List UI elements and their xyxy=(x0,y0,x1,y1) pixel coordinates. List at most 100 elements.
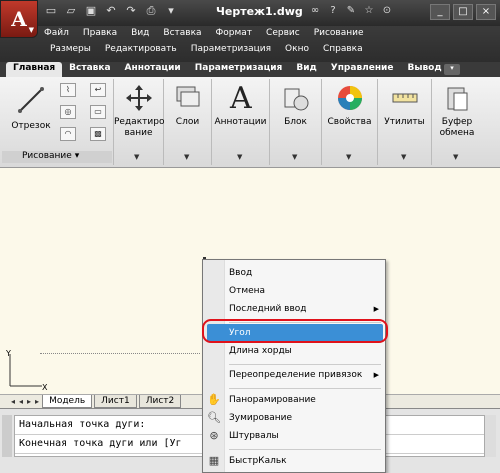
chevron-down-icon: ▼ xyxy=(184,153,190,161)
utilities-panel[interactable]: Утилиты ▼ xyxy=(378,79,432,165)
move-icon xyxy=(126,85,152,111)
annotation-panel[interactable]: A Аннотации ▼ xyxy=(212,79,270,165)
line-button[interactable]: Отрезок xyxy=(8,83,54,139)
ucs-icon: Y X xyxy=(6,350,48,392)
dropdown-icon[interactable]: ▾ xyxy=(164,4,178,18)
menu-edit[interactable]: Правка xyxy=(83,28,117,38)
properties-panel[interactable]: Свойства ▼ xyxy=(322,79,378,165)
autocad-logo-icon: A xyxy=(11,7,27,31)
command-scrollbar[interactable] xyxy=(484,415,496,457)
menu-modify[interactable]: Редактировать xyxy=(105,44,177,54)
polyline-icon[interactable]: ⌇ xyxy=(60,83,76,97)
first-tab-icon[interactable]: ◂ xyxy=(10,397,16,406)
menu-item-label: Длина хорды xyxy=(229,346,292,356)
command-grip[interactable] xyxy=(2,415,12,457)
clipboard-icon xyxy=(447,87,468,111)
star-icon[interactable]: ☆ xyxy=(362,3,376,19)
modify-label: Редактиро вание xyxy=(114,117,165,138)
block-icon xyxy=(284,88,309,111)
chevron-down-icon: ▼ xyxy=(237,153,243,161)
menu-item-label: Панорамирование xyxy=(229,395,316,405)
text-icon: A xyxy=(230,81,252,116)
menu-item-snap-overrides[interactable]: Переопределение привязок ▶ xyxy=(203,366,385,384)
spline-icon[interactable]: ↩ xyxy=(90,83,106,97)
menu-item-label: Переопределение привязок xyxy=(229,370,363,380)
undo-icon[interactable]: ↶ xyxy=(104,4,118,18)
layers-panel[interactable]: Слои ▼ xyxy=(164,79,212,165)
modify-panel[interactable]: Редактиро вание ▼ xyxy=(114,79,164,165)
close-button[interactable]: × xyxy=(476,4,496,20)
next-tab-icon[interactable]: ▸ xyxy=(26,397,32,406)
help-circle-icon[interactable]: ⊙ xyxy=(380,3,394,19)
draw-panel: Отрезок ⌇ ◎ ◠ ↩ ▭ ▩ Рисование ▾ xyxy=(2,79,114,165)
menu-item-pan[interactable]: ✋ Панорамирование xyxy=(203,391,385,409)
menu-separator xyxy=(229,388,381,389)
line-icon xyxy=(18,87,44,113)
menu-tools[interactable]: Сервис xyxy=(266,28,300,38)
chevron-down-icon: ▼ xyxy=(346,153,352,161)
hatch-icon[interactable]: ▩ xyxy=(90,127,106,141)
tools-icon[interactable]: ✎ xyxy=(344,3,358,19)
menu-item-cancel[interactable]: Отмена xyxy=(203,282,385,300)
chevron-down-icon: ▼ xyxy=(401,153,407,161)
chevron-down-icon: ▼ xyxy=(292,153,298,161)
preview-line xyxy=(40,353,200,354)
arc-icon[interactable]: ◠ xyxy=(60,127,76,141)
block-panel[interactable]: Блок ▼ xyxy=(270,79,322,165)
utilities-label: Утилиты xyxy=(384,117,425,127)
menu-separator xyxy=(229,364,381,365)
tab-layout2[interactable]: Лист2 xyxy=(138,395,182,408)
maximize-button[interactable]: □ xyxy=(453,4,473,20)
clipboard-label: Буфер обмена xyxy=(439,117,475,138)
menu-item-recent-input[interactable]: Последний ввод ▶ xyxy=(203,300,385,318)
tab-model[interactable]: Модель xyxy=(42,395,93,408)
print-icon[interactable]: ⎙ xyxy=(144,4,158,18)
svg-text:Y: Y xyxy=(6,350,11,358)
application-menu-button[interactable]: A ▼ xyxy=(0,0,38,38)
tab-manage[interactable]: Управление xyxy=(324,62,401,77)
rectangle-icon[interactable]: ▭ xyxy=(90,105,106,119)
tab-view[interactable]: Вид xyxy=(289,62,323,77)
steeringwheel-icon: ⊛ xyxy=(209,429,219,442)
new-icon[interactable]: ▭ xyxy=(44,4,58,18)
menu-window[interactable]: Окно xyxy=(285,44,309,54)
menu-format[interactable]: Формат xyxy=(216,28,253,38)
tab-parametric[interactable]: Параметризация xyxy=(188,62,290,77)
tab-output[interactable]: Вывод xyxy=(400,62,448,77)
minimize-button[interactable]: _ xyxy=(430,4,450,20)
menu-view[interactable]: Вид xyxy=(131,28,149,38)
binoculars-icon[interactable]: ∞ xyxy=(308,3,322,19)
menu-draw[interactable]: Рисование xyxy=(314,28,364,38)
clipboard-panel[interactable]: Буфер обмена ▼ xyxy=(432,79,482,165)
menu-item-steering-wheels[interactable]: ⊛ Штурвалы xyxy=(203,427,385,445)
menu-dimension[interactable]: Размеры xyxy=(50,44,91,54)
menu-item-enter[interactable]: Ввод xyxy=(203,264,385,282)
open-icon[interactable]: ▱ xyxy=(64,4,78,18)
save-icon[interactable]: ▣ xyxy=(84,4,98,18)
redo-icon[interactable]: ↷ xyxy=(124,4,138,18)
menu-file[interactable]: Файл xyxy=(44,28,69,38)
context-menu: Ввод Отмена Последний ввод ▶ Угол Длина х… xyxy=(202,259,386,473)
menu-parametric[interactable]: Параметризация xyxy=(191,44,271,54)
menu-help[interactable]: Справка xyxy=(323,44,363,54)
tab-home[interactable]: Главная xyxy=(6,62,63,77)
help-icon[interactable]: ? xyxy=(326,3,340,19)
window-controls: _ □ × xyxy=(430,4,496,20)
menu-item-quickcalc[interactable]: ▦ БыстрКальк xyxy=(203,452,385,470)
tab-insert[interactable]: Вставка xyxy=(62,62,117,77)
submenu-arrow-icon: ▶ xyxy=(373,305,379,313)
draw-panel-footer[interactable]: Рисование ▾ xyxy=(2,151,112,163)
prev-tab-icon[interactable]: ◂ xyxy=(18,397,24,406)
last-tab-icon[interactable]: ▸ xyxy=(34,397,40,406)
circle-icon[interactable]: ◎ xyxy=(60,105,76,119)
menu-insert[interactable]: Вставка xyxy=(163,28,201,38)
tab-layout1[interactable]: Лист1 xyxy=(94,395,137,408)
tab-annotate[interactable]: Аннотации xyxy=(118,62,188,77)
menu-item-zoom[interactable]: 🔍︎ Зумирование xyxy=(203,409,385,427)
menu-item-chord-length[interactable]: Длина хорды xyxy=(203,342,385,360)
svg-text:X: X xyxy=(42,383,48,392)
quick-access-toolbar: ▭ ▱ ▣ ↶ ↷ ⎙ ▾ xyxy=(44,4,178,18)
ribbon-options-button[interactable]: ▾ xyxy=(444,64,460,75)
block-label: Блок xyxy=(284,117,307,127)
layers-label: Слои xyxy=(175,117,200,127)
